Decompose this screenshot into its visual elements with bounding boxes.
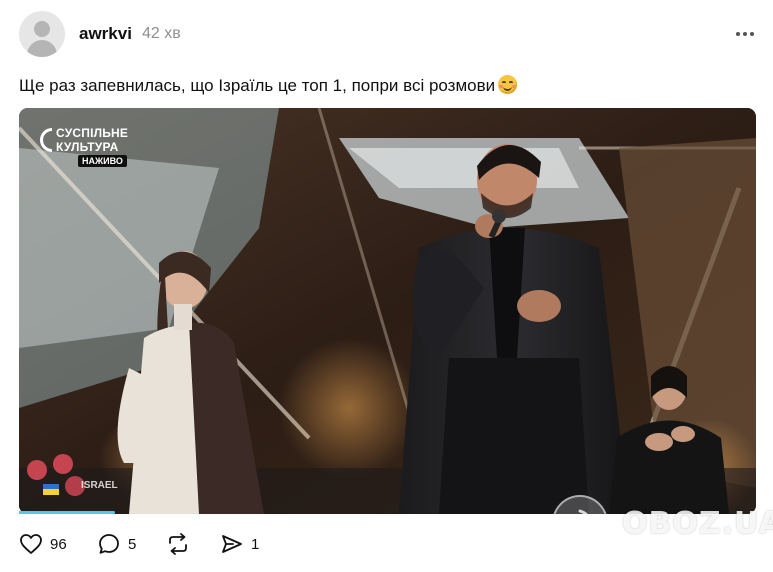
username[interactable]: awrkvi	[79, 24, 132, 44]
post-text-content: Ще раз запевнилась, що Ізраїль це топ 1,…	[19, 76, 496, 95]
watermark-text: OBOZ.UA	[622, 505, 773, 541]
avatar-head-shape	[34, 21, 50, 37]
video-frame: ISRAEL	[19, 108, 756, 514]
live-badge: НАЖИВО	[78, 155, 127, 167]
heart-icon	[20, 534, 42, 554]
repost-button[interactable]	[165, 532, 191, 556]
comment-bubble-icon	[99, 534, 119, 554]
repost-icon	[169, 533, 187, 555]
broadcaster-logo: СУСПІЛЬНЕ КУЛЬТУРА	[40, 126, 129, 154]
share-button[interactable]: 1	[220, 532, 259, 556]
more-options-icon[interactable]	[730, 22, 760, 46]
post-text: Ще раз запевнилась, що Ізраїль це топ 1,…	[19, 75, 518, 96]
like-button[interactable]: 96	[19, 532, 67, 556]
oboz-logo-icon	[552, 495, 608, 551]
oboz-watermark: OBOZ.UA	[552, 495, 773, 551]
video-player[interactable]: ISRAEL	[19, 108, 756, 514]
broadcaster-name-line2: КУЛЬТУРА	[56, 140, 119, 154]
broadcaster-name-line1: СУСПІЛЬНЕ	[56, 126, 129, 140]
share-count: 1	[251, 535, 260, 553]
post-card: awrkvi 42 хв Ще раз запевнилась, що Ізра…	[0, 0, 773, 572]
comment-count: 5	[128, 535, 137, 553]
post-time: 42 хв	[142, 25, 181, 42]
avatar-body-shape	[27, 40, 57, 57]
send-icon	[222, 535, 242, 553]
blushing-smile-emoji-icon	[498, 75, 518, 94]
video-progress-fill	[19, 511, 115, 514]
country-label: ISRAEL	[81, 480, 118, 491]
avatar[interactable]	[19, 11, 65, 57]
comment-button[interactable]: 5	[97, 532, 136, 556]
like-count: 96	[50, 535, 67, 553]
